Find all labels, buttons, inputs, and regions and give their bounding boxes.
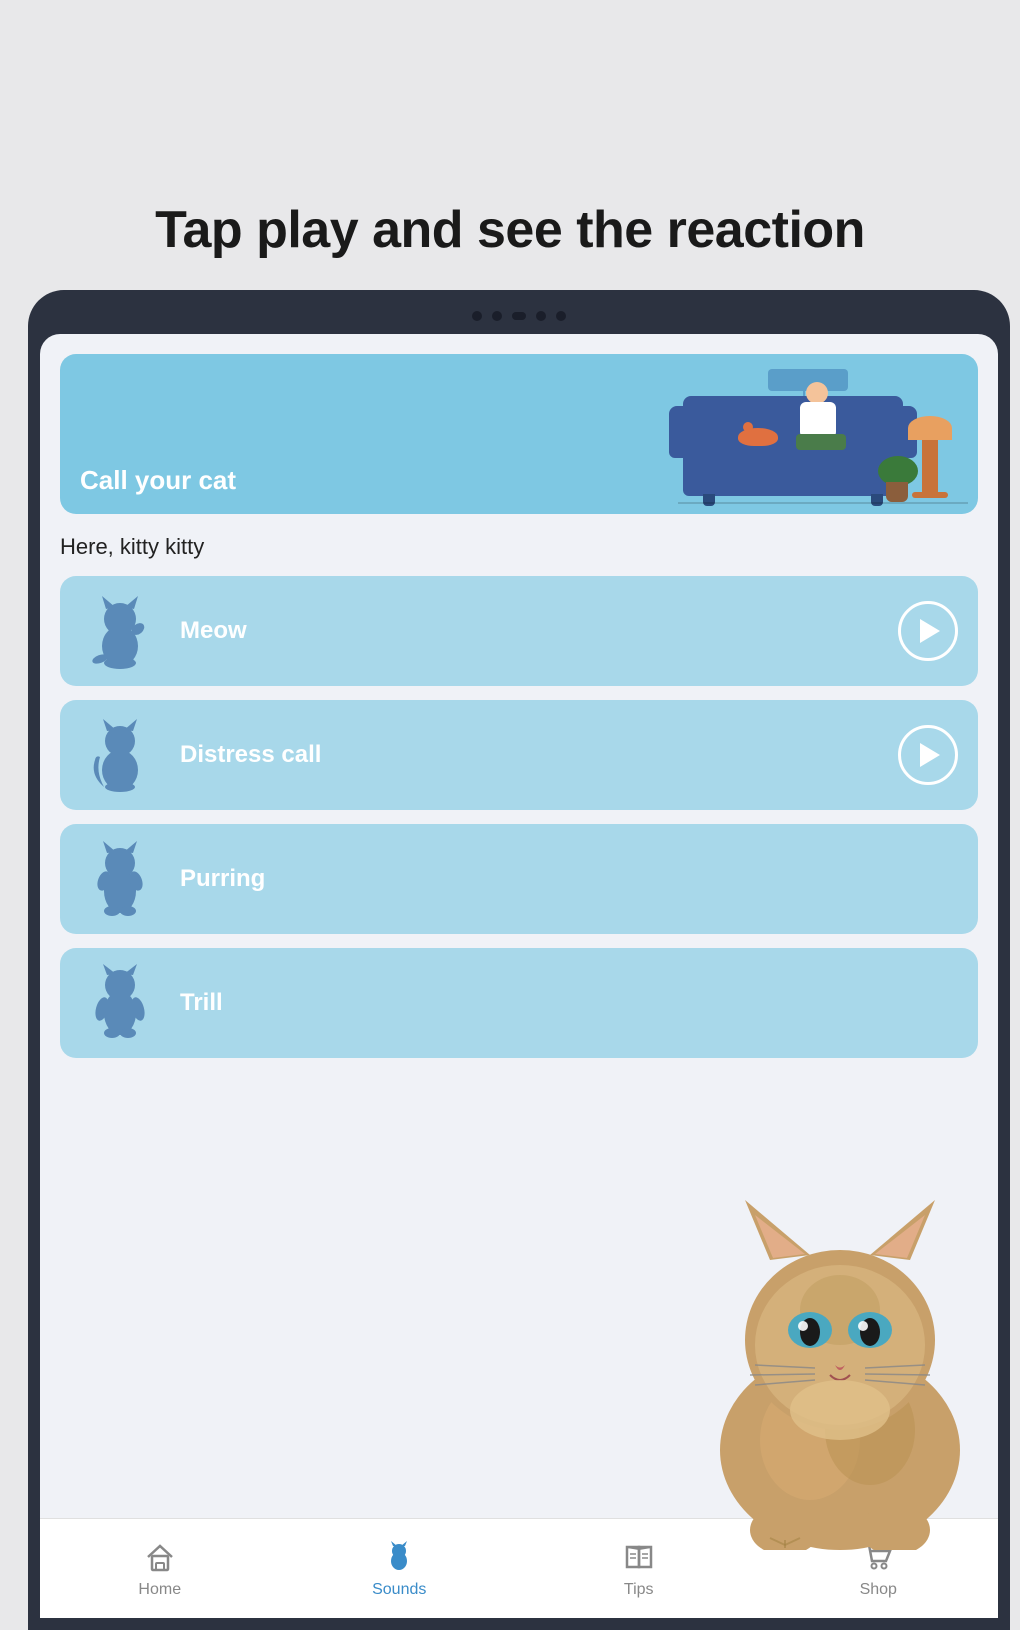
couch-leg-left — [703, 494, 715, 506]
sound-name-meow: Meow — [180, 617, 898, 645]
nav-item-sounds[interactable]: Sounds — [280, 1539, 520, 1599]
camera-dot-5 — [556, 311, 566, 321]
sound-name-distress: Distress call — [180, 741, 898, 769]
section-subtitle: Here, kitty kitty — [60, 534, 978, 560]
floor-line — [678, 502, 968, 504]
sounds-icon — [381, 1539, 417, 1575]
tablet-frame: Call your cat Here, kitty kitty — [28, 290, 1010, 1630]
person — [788, 382, 848, 462]
camera-dot-2 — [492, 311, 502, 321]
plant-pot — [886, 482, 908, 502]
cat-silhouette-3 — [80, 839, 160, 919]
play-button-distress[interactable] — [898, 725, 958, 785]
cat-silhouette-1 — [80, 591, 160, 671]
page-heading: Tap play and see the reaction — [0, 200, 1020, 260]
banner-title: Call your cat — [80, 465, 236, 496]
sound-name-trill: Trill — [180, 989, 958, 1017]
nav-label-shop: Shop — [860, 1581, 897, 1599]
person-legs — [796, 434, 846, 450]
nav-item-home[interactable]: Home — [40, 1539, 280, 1599]
sound-card-distress[interactable]: Distress call — [60, 700, 978, 810]
camera-dot-3 — [512, 312, 526, 320]
banner-illustration — [678, 359, 968, 514]
lamp-shade — [908, 416, 952, 440]
couch-arm-left — [669, 406, 687, 458]
play-button-meow[interactable] — [898, 601, 958, 661]
person-head — [806, 382, 828, 404]
nav-label-home: Home — [138, 1581, 181, 1599]
cat-silhouette-4 — [80, 963, 160, 1043]
banner[interactable]: Call your cat — [60, 354, 978, 514]
play-triangle-distress — [920, 743, 940, 767]
nav-label-sounds: Sounds — [372, 1581, 426, 1599]
person-body — [800, 402, 836, 438]
lamp-base — [912, 492, 948, 498]
camera-bar — [40, 302, 998, 330]
nav-label-tips: Tips — [624, 1581, 654, 1599]
sound-card-trill[interactable]: Trill — [60, 948, 978, 1058]
play-triangle-meow — [920, 619, 940, 643]
couch-leg-right — [871, 494, 883, 506]
sound-card-purring[interactable]: Purring — [60, 824, 978, 934]
kitten-overlay — [640, 1170, 998, 1550]
camera-dot-1 — [472, 311, 482, 321]
camera-dot-4 — [536, 311, 546, 321]
tablet-screen: Call your cat Here, kitty kitty — [40, 334, 998, 1618]
lamp — [922, 434, 938, 494]
sound-name-purring: Purring — [180, 865, 958, 893]
home-icon — [142, 1539, 178, 1575]
cat-on-couch — [738, 428, 778, 446]
cat-silhouette-2 — [80, 715, 160, 795]
sound-card-meow[interactable]: Meow — [60, 576, 978, 686]
